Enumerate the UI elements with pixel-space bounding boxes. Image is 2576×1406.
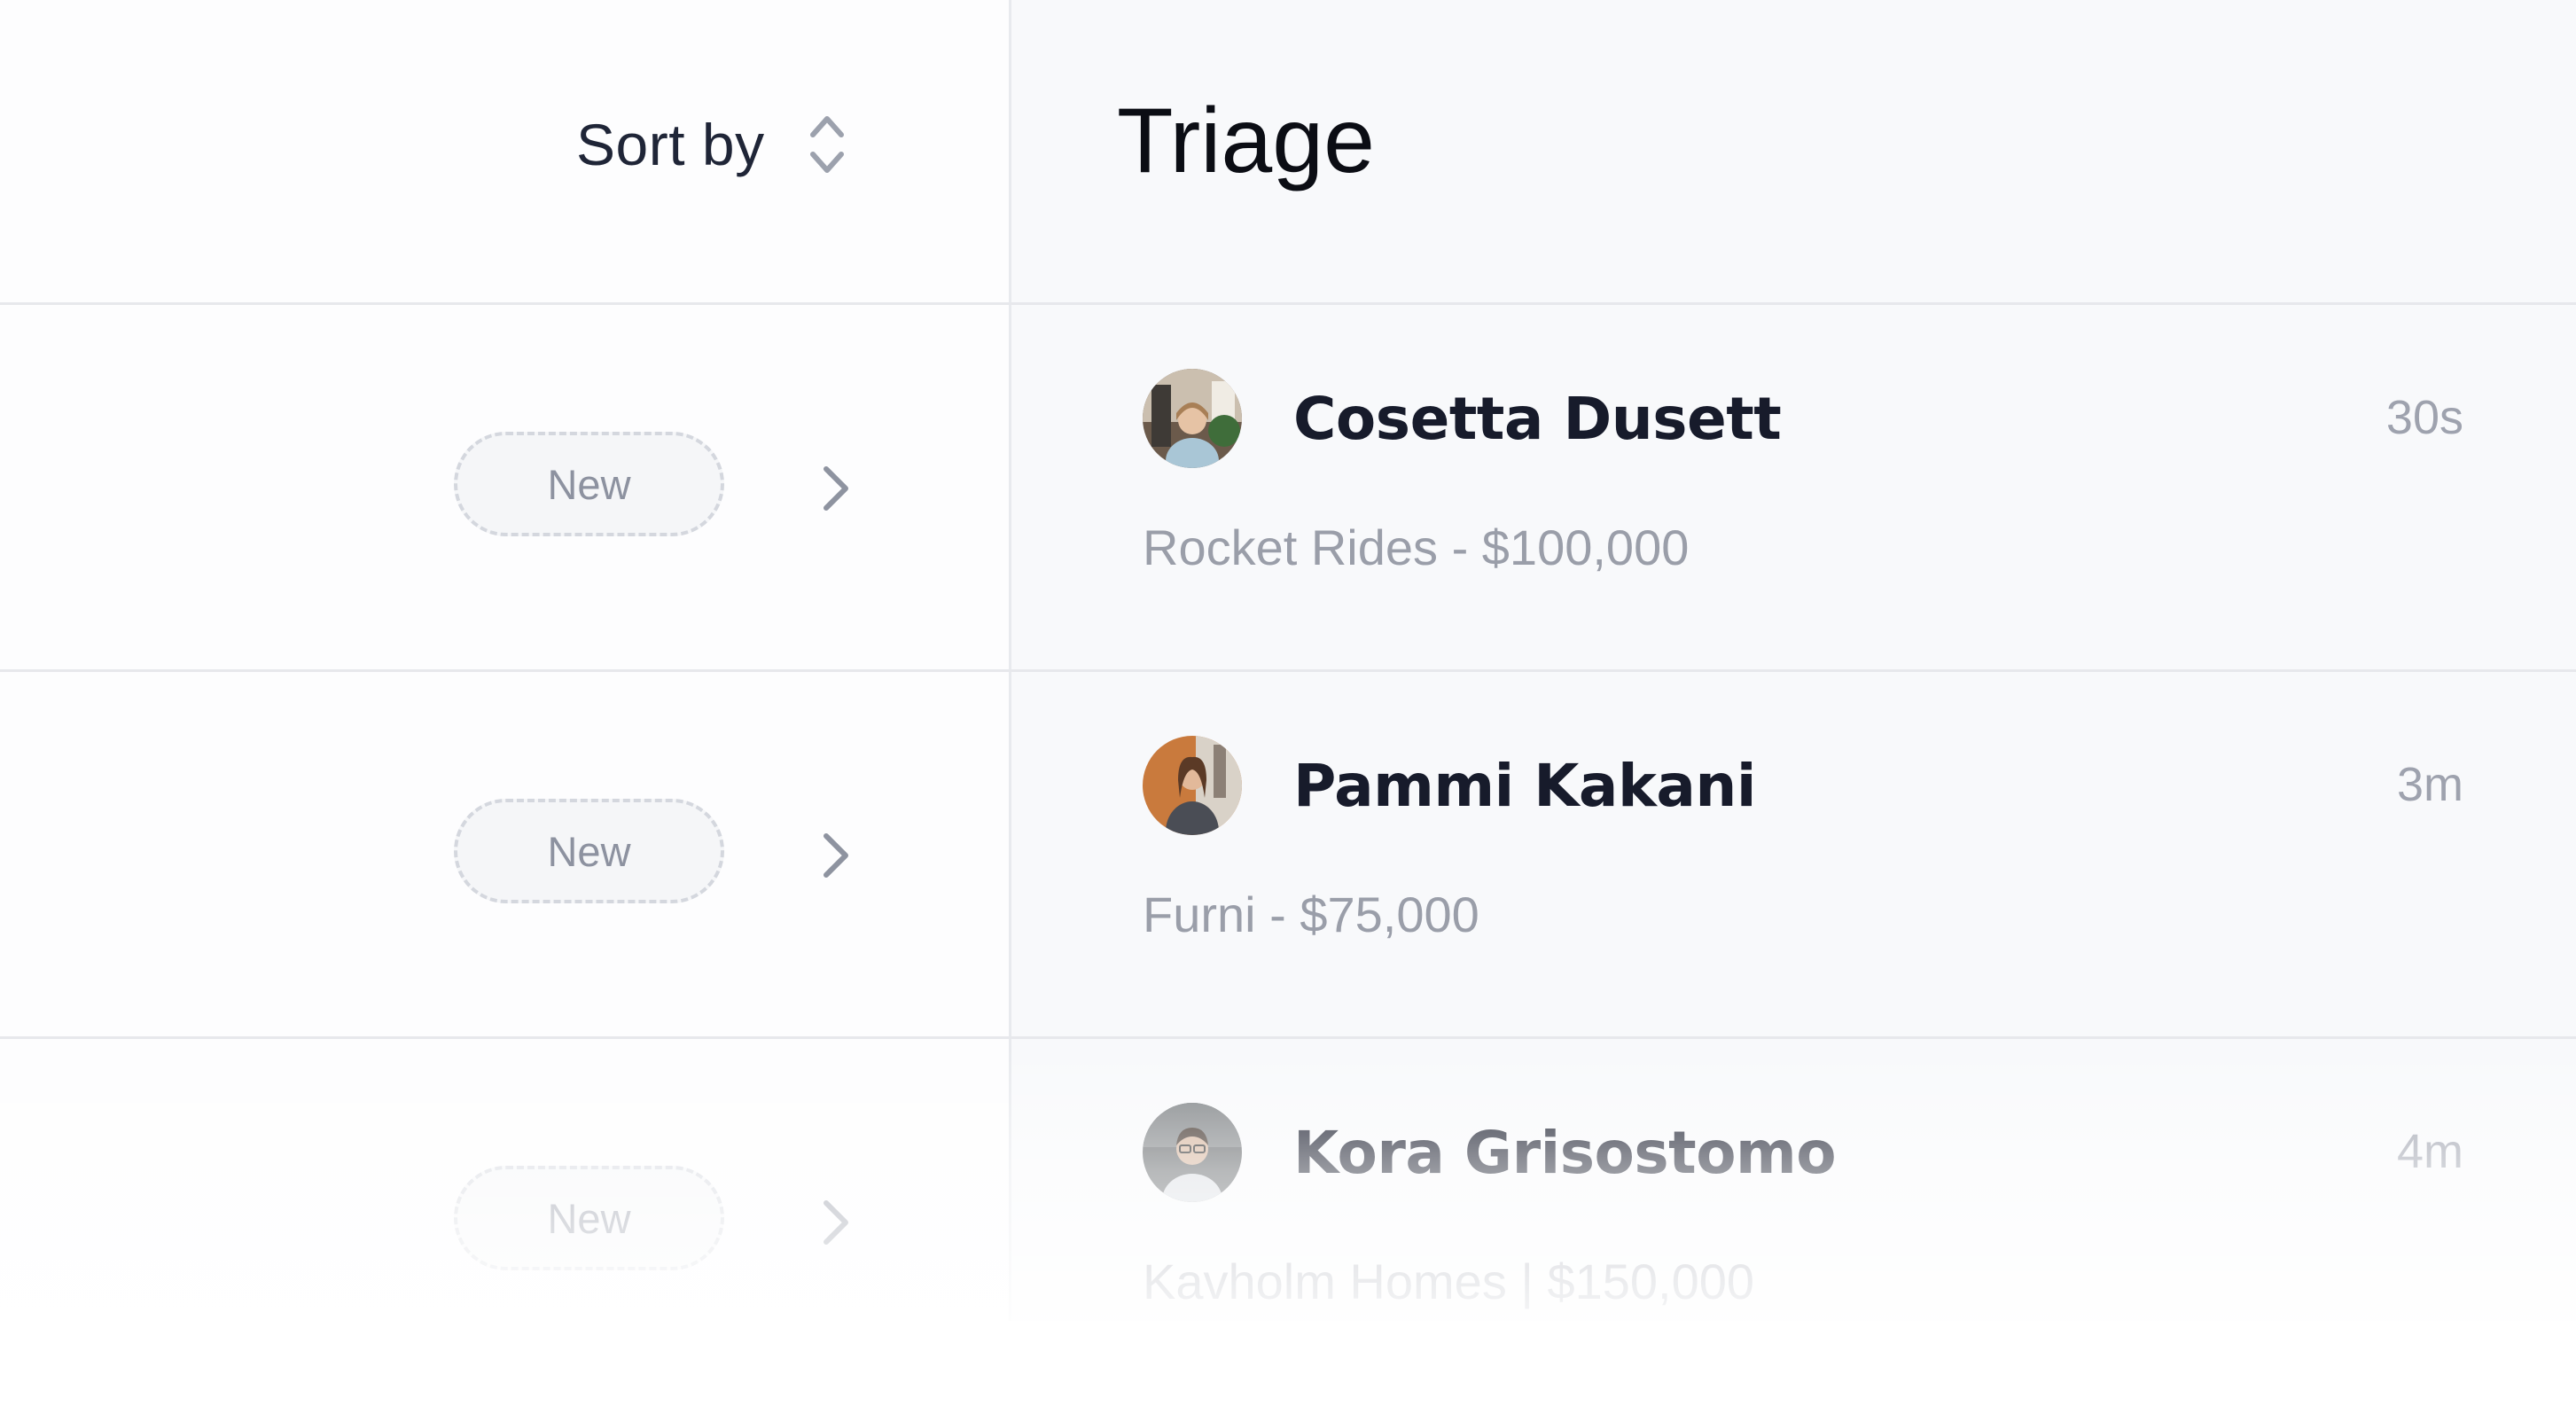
chevron-right-icon[interactable] bbox=[817, 462, 856, 515]
list-item[interactable]: Kora Grisostomo 4m Kavholm Homes | $150,… bbox=[1011, 1039, 2576, 1406]
status-badge: New bbox=[454, 1166, 724, 1270]
sort-by-button[interactable]: Sort by bbox=[576, 105, 848, 184]
avatar-photo bbox=[1143, 369, 1242, 468]
page-title: Triage bbox=[1117, 90, 1375, 192]
avatar bbox=[1143, 736, 1242, 835]
timestamp: 30s bbox=[2385, 391, 2463, 444]
list-item[interactable]: Pammi Kakani 3m Furni - $75,000 bbox=[1011, 672, 2576, 1039]
avatar bbox=[1143, 369, 1242, 468]
timestamp: 3m bbox=[2396, 758, 2463, 811]
contact-name: Cosetta Dusett bbox=[1293, 385, 1782, 453]
avatar bbox=[1143, 1103, 1242, 1202]
chevron-right-icon[interactable] bbox=[817, 1196, 856, 1249]
deal-summary: Kavholm Homes | $150,000 bbox=[1143, 1254, 1755, 1309]
status-badge: New bbox=[454, 799, 724, 903]
avatar-photo bbox=[1143, 736, 1242, 835]
contact-name: Kora Grisostomo bbox=[1293, 1119, 1837, 1187]
list-item-status-cell: New bbox=[0, 672, 1009, 1039]
avatar-photo bbox=[1143, 1103, 1242, 1202]
deal-summary: Furni - $75,000 bbox=[1143, 887, 1479, 942]
deal-summary: Rocket Rides - $100,000 bbox=[1143, 519, 1690, 575]
list-item-status-cell: New bbox=[0, 305, 1009, 672]
sort-by-label: Sort by bbox=[576, 112, 765, 177]
contact-name: Pammi Kakani bbox=[1293, 752, 1757, 820]
status-badge: New bbox=[454, 432, 724, 536]
list-item-status-cell: New bbox=[0, 1039, 1009, 1406]
chevron-right-icon[interactable] bbox=[817, 829, 856, 882]
timestamp: 4m bbox=[2396, 1125, 2463, 1178]
list-item[interactable]: Cosetta Dusett 30s Rocket Rides - $100,0… bbox=[1011, 305, 2576, 672]
sort-updown-icon bbox=[809, 116, 844, 173]
